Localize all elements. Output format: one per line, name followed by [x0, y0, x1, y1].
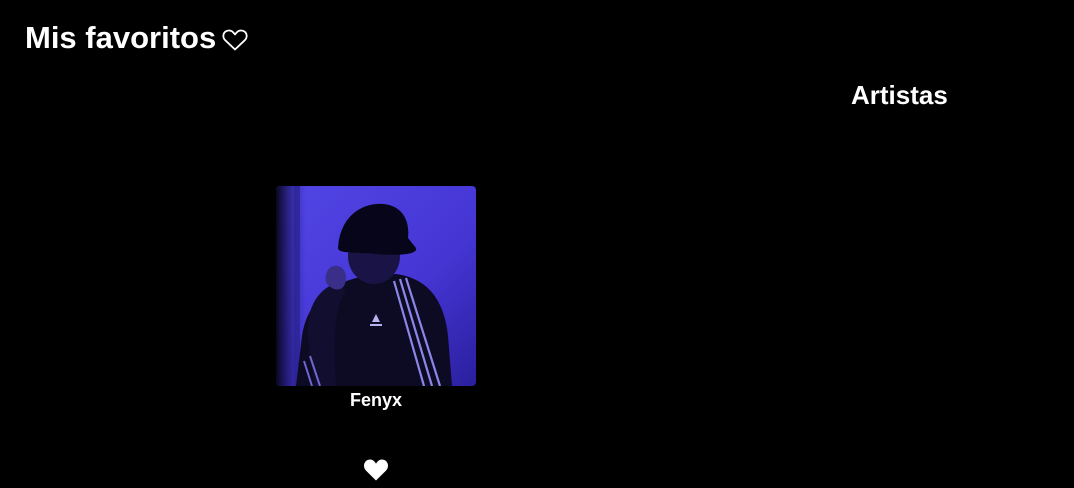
artists-section-title: Artistas: [851, 80, 948, 110]
artist-name[interactable]: Fenyx: [350, 388, 402, 412]
artist-photo[interactable]: [276, 186, 476, 386]
heart-outline-icon: [222, 29, 248, 50]
favorites-page: Mis favoritos Artistas Fenyx: [0, 0, 1074, 488]
favorite-button[interactable]: [363, 458, 389, 482]
artist-card[interactable]: Fenyx: [276, 186, 476, 412]
page-title: Mis favoritos: [25, 22, 248, 53]
page-title-text: Mis favoritos: [25, 20, 217, 55]
heart-filled-icon: [363, 459, 389, 481]
